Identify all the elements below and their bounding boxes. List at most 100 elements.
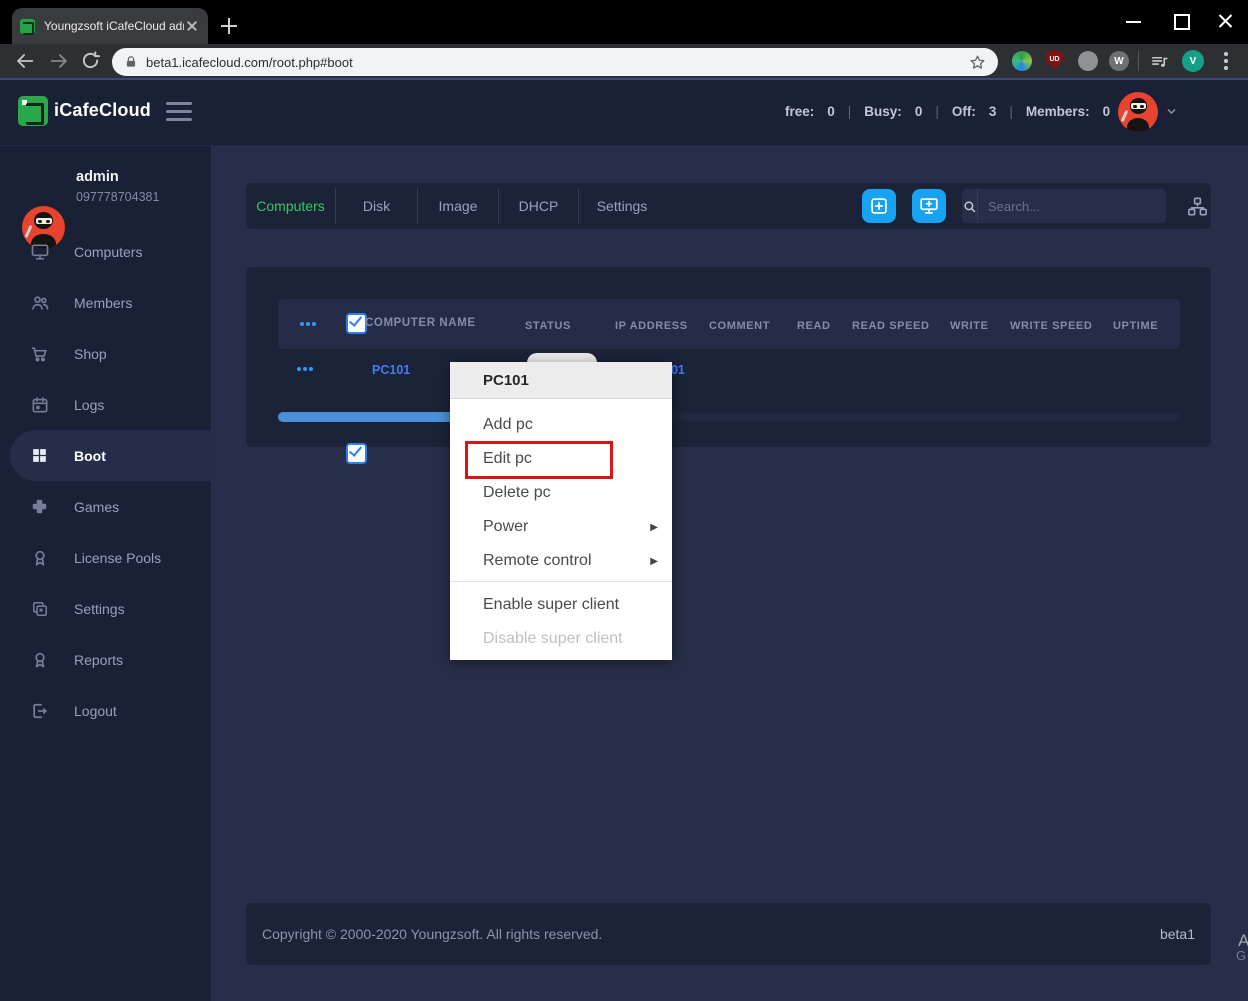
new-tab-button[interactable] bbox=[220, 17, 238, 35]
site-favicon-icon bbox=[20, 19, 35, 34]
url-bar[interactable]: beta1.icafecloud.com/root.php#boot bbox=[112, 48, 998, 76]
search-input[interactable] bbox=[978, 199, 1174, 214]
admin-name: admin bbox=[76, 169, 119, 185]
stat-busy-label: Busy: bbox=[864, 104, 902, 119]
browser-menu-icon[interactable] bbox=[1224, 52, 1228, 70]
browser-titlebar: Youngzsoft iCafeCloud admin bbox=[0, 0, 1248, 44]
sidebar-menu: Computers Members Shop Logs Boot Games L… bbox=[0, 226, 211, 736]
sidebar-item-shop[interactable]: Shop bbox=[0, 328, 211, 379]
tab-disk[interactable]: Disk bbox=[336, 188, 418, 224]
tab-settings[interactable]: Settings bbox=[579, 188, 665, 224]
menu-item-enable-super-client[interactable]: Enable super client bbox=[450, 588, 672, 622]
sidebar-item-members[interactable]: Members bbox=[0, 277, 211, 328]
window-minimize-button[interactable] bbox=[1124, 12, 1144, 30]
select-all-checkbox[interactable] bbox=[346, 313, 367, 334]
user-avatar[interactable] bbox=[1118, 92, 1158, 132]
sidebar-item-games[interactable]: Games bbox=[0, 481, 211, 532]
copyright-text: Copyright © 2000-2020 Youngzsoft. All ri… bbox=[262, 926, 602, 942]
search-icon[interactable] bbox=[962, 189, 978, 223]
admin-id: 097778704381 bbox=[76, 190, 159, 204]
page-footer: Copyright © 2000-2020 Youngzsoft. All ri… bbox=[246, 903, 1211, 965]
status-counters: free:0 | Busy:0 | Off:3 | Members:0 bbox=[785, 98, 1110, 124]
stat-off-label: Off: bbox=[952, 104, 976, 119]
col-write[interactable]: WRITE bbox=[950, 320, 988, 332]
col-read-speed[interactable]: READ SPEED bbox=[852, 320, 930, 332]
extension-wikipedia-icon[interactable]: W bbox=[1109, 51, 1129, 71]
stat-free-value: 0 bbox=[827, 104, 835, 119]
menu-separator bbox=[450, 581, 672, 582]
col-status[interactable]: STATUS bbox=[525, 320, 571, 332]
row-actions-icon[interactable] bbox=[297, 367, 313, 371]
computer-name-cell[interactable]: PC101 bbox=[372, 363, 410, 377]
tab-computers[interactable]: Computers bbox=[246, 188, 336, 224]
context-menu: PC101 Add pc Edit pc Delete pc Power▶ Re… bbox=[450, 362, 672, 660]
extension-shield-icon[interactable]: UD bbox=[1046, 50, 1063, 69]
col-computer-name[interactable]: COMPUTER NAME bbox=[365, 317, 476, 329]
row-actions-icon[interactable] bbox=[300, 322, 316, 326]
browser-tab[interactable]: Youngzsoft iCafeCloud admin bbox=[12, 8, 208, 44]
logout-icon bbox=[30, 701, 50, 721]
tab-dhcp[interactable]: DHCP bbox=[499, 188, 579, 224]
menu-item-add-pc[interactable]: Add pc bbox=[450, 408, 672, 442]
menu-item-delete-pc[interactable]: Delete pc bbox=[450, 476, 672, 510]
url-text: beta1.icafecloud.com/root.php#boot bbox=[146, 55, 969, 70]
plus-square-icon bbox=[868, 195, 890, 217]
sidebar-item-logout[interactable]: Logout bbox=[0, 685, 211, 736]
sidebar-item-license-pools[interactable]: License Pools bbox=[0, 532, 211, 583]
hamburger-menu-icon[interactable] bbox=[166, 102, 192, 121]
stat-free-label: free: bbox=[785, 104, 814, 119]
gamepad-icon bbox=[30, 497, 50, 517]
sidebar-item-boot[interactable]: Boot bbox=[10, 430, 211, 481]
browser-profile-avatar[interactable]: V bbox=[1182, 50, 1204, 72]
badge-icon bbox=[30, 548, 50, 568]
col-ip-address[interactable]: IP ADDRESS bbox=[615, 320, 688, 332]
sidebar-item-settings[interactable]: Settings bbox=[0, 583, 211, 634]
col-read[interactable]: READ bbox=[797, 320, 831, 332]
add-button[interactable] bbox=[862, 189, 896, 223]
row-checkbox[interactable] bbox=[346, 443, 367, 464]
back-button[interactable] bbox=[14, 50, 36, 72]
sidebar-item-computers[interactable]: Computers bbox=[0, 226, 211, 277]
stat-busy-value: 0 bbox=[915, 104, 923, 119]
brand-name: iCafeCloud bbox=[54, 100, 151, 121]
col-uptime[interactable]: UPTIME bbox=[1113, 320, 1158, 332]
media-playlist-icon[interactable] bbox=[1150, 53, 1169, 72]
bookmark-star-icon[interactable] bbox=[969, 54, 986, 71]
beta-badge: beta1 bbox=[1160, 926, 1195, 942]
tab-close-icon[interactable] bbox=[184, 18, 200, 34]
search-box bbox=[962, 189, 1166, 223]
col-write-speed[interactable]: WRITE SPEED bbox=[1010, 320, 1092, 332]
layers-icon bbox=[30, 599, 50, 619]
add-computer-button[interactable] bbox=[912, 189, 946, 223]
tab-title: Youngzsoft iCafeCloud admin bbox=[44, 19, 184, 33]
extension-idm-icon[interactable] bbox=[1012, 51, 1032, 71]
lock-icon bbox=[124, 55, 138, 69]
monitor-icon bbox=[30, 242, 50, 262]
stat-members-value: 0 bbox=[1103, 104, 1111, 119]
sidebar-item-reports[interactable]: Reports bbox=[0, 634, 211, 685]
stat-members-label: Members: bbox=[1026, 104, 1090, 119]
forward-button[interactable] bbox=[48, 50, 70, 72]
menu-item-power[interactable]: Power▶ bbox=[450, 510, 672, 544]
tab-image[interactable]: Image bbox=[418, 188, 499, 224]
cart-icon bbox=[30, 344, 50, 364]
extension-octopus-icon[interactable] bbox=[1078, 51, 1098, 71]
menu-item-remote-control[interactable]: Remote control▶ bbox=[450, 544, 672, 578]
members-icon bbox=[30, 293, 50, 313]
network-map-icon[interactable] bbox=[1186, 195, 1209, 218]
context-menu-title: PC101 bbox=[450, 362, 672, 399]
col-comment[interactable]: COMMENT bbox=[709, 320, 770, 332]
menu-item-edit-pc[interactable]: Edit pc bbox=[450, 442, 672, 476]
window-maximize-button[interactable] bbox=[1171, 12, 1191, 30]
sidebar-item-logs[interactable]: Logs bbox=[0, 379, 211, 430]
reload-button[interactable] bbox=[80, 50, 101, 71]
submenu-arrow-icon: ▶ bbox=[650, 522, 658, 533]
toolbar-separator bbox=[1138, 51, 1139, 71]
window-close-button[interactable] bbox=[1216, 12, 1236, 30]
calendar-icon bbox=[30, 395, 50, 415]
monitor-plus-icon bbox=[918, 195, 940, 217]
table-header-row: COMPUTER NAME STATUS IP ADDRESS COMMENT … bbox=[278, 299, 1180, 349]
chevron-down-icon[interactable] bbox=[1164, 104, 1179, 119]
menu-item-disable-super-client: Disable super client bbox=[450, 622, 672, 656]
windows-icon bbox=[30, 446, 50, 466]
